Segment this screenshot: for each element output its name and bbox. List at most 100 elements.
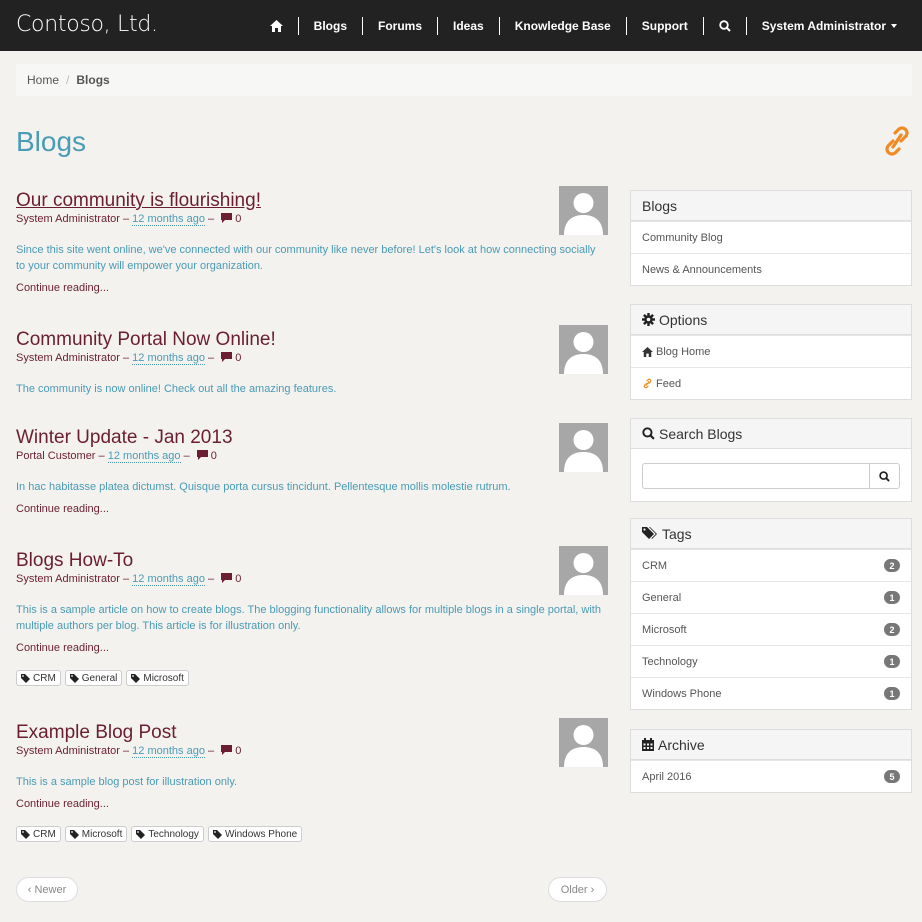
post-time[interactable]: 12 months ago [132,213,205,226]
breadcrumb-home[interactable]: Home [27,73,59,87]
nav-knowledge-base[interactable]: Knowledge Base [498,16,626,35]
nav-blogs[interactable]: Blogs [297,16,362,35]
tag-label: Microsoft [81,828,123,840]
sidebar-archive-april-2016[interactable]: April 2016 5 [631,760,911,792]
sidebar-tag-microsoft[interactable]: Microsoft 2 [631,613,911,645]
count-badge: 2 [884,623,900,636]
tag-label: General [81,672,118,684]
panel-heading-label: Search Blogs [659,425,743,442]
avatar [559,186,608,235]
tag-icon [131,673,141,683]
post-author[interactable]: System Administrator [16,573,120,585]
rss-feed-link[interactable] [882,124,912,158]
count-badge: 1 [884,687,900,700]
sidebar-tag-technology[interactable]: Technology 1 [631,645,911,677]
post-title[interactable]: Blogs How-To [16,550,133,572]
avatar [559,718,608,767]
search-input[interactable] [642,463,869,489]
nav-user-menu[interactable]: System Administrator [745,16,912,35]
tag-microsoft[interactable]: Microsoft [64,826,128,842]
post-meta: System Administrator – 12 months ago – 0 [16,572,608,586]
sidebar-item-community-blog[interactable]: Community Blog [631,221,911,253]
comment-count[interactable]: 0 [235,352,241,364]
sidebar-item-blog-home[interactable]: Blog Home [631,335,911,367]
meta-separator: – [208,573,215,585]
sidebar-tag-general[interactable]: General 1 [631,581,911,613]
meta-separator: – [183,450,190,462]
sidebar-item-label: News & Announcements [642,263,762,276]
tag-icon [21,829,30,839]
tag-label: Windows Phone [224,828,298,840]
breadcrumb-separator: / [66,73,70,87]
post-time[interactable]: 12 months ago [132,352,205,365]
post-meta: System Administrator – 12 months ago – 0 [16,351,608,365]
panel-heading: Search Blogs [631,419,911,449]
post-time[interactable]: 12 months ago [132,745,205,758]
user-name: System Administrator [761,18,886,33]
panel-heading: Blogs [631,191,911,221]
nav-search[interactable] [702,16,746,35]
nav-ideas[interactable]: Ideas [437,16,499,35]
post-title[interactable]: Community Portal Now Online! [16,329,276,351]
panel-heading-label: Tags [662,525,692,542]
archive-panel: Archive April 2016 5 [630,729,912,793]
tag-label: Technology [148,828,199,840]
nav-home[interactable] [255,17,298,35]
sidebar-item-label: Windows Phone [642,687,722,700]
post-summary: This is a sample blog post for illustrat… [16,776,238,788]
continue-reading-link[interactable]: Continue reading... [16,642,608,654]
comment-count[interactable]: 0 [235,573,241,585]
sidebar-tag-crm[interactable]: CRM 2 [631,549,911,581]
sidebar-item-feed[interactable]: Feed [631,367,911,399]
post-author[interactable]: System Administrator [16,745,120,757]
blogs-panel: Blogs Community Blog News & Announcement… [630,190,912,286]
tag-crm[interactable]: CRM [16,826,61,842]
count-badge: 5 [884,770,900,783]
tag-windows-phone[interactable]: Windows Phone [207,826,303,842]
caret-down-icon [891,23,897,28]
continue-reading-link[interactable]: Continue reading... [16,282,608,294]
post-tags: CRM Microsoft Technology Windows Phone [16,826,608,842]
comment-count[interactable]: 0 [211,450,217,462]
post-meta: System Administrator – 12 months ago – 0 [16,212,608,226]
sidebar-item-label: General [642,591,682,604]
post-time[interactable]: 12 months ago [107,450,181,463]
post-time[interactable]: 12 months ago [132,573,205,586]
meta-separator: – [98,450,105,462]
post-title[interactable]: Example Blog Post [16,722,177,744]
tag-crm[interactable]: CRM [16,670,61,686]
nav-support[interactable]: Support [625,16,703,35]
panel-heading: Options [631,305,911,335]
tag-technology[interactable]: Technology [131,826,204,842]
sidebar-item-news[interactable]: News & Announcements [631,253,911,285]
search-button[interactable] [869,463,900,489]
sidebar-tag-windows-phone[interactable]: Windows Phone 1 [631,677,911,709]
post-author[interactable]: System Administrator [16,213,120,225]
newer-button[interactable]: ‹ Newer [16,877,78,902]
count-badge: 1 [884,591,900,604]
older-button[interactable]: Older › [548,877,607,902]
post-title[interactable]: Winter Update - Jan 2013 [16,427,233,449]
nav-forums[interactable]: Forums [362,16,437,35]
continue-reading-link[interactable]: Continue reading... [16,798,608,810]
comment-count[interactable]: 0 [235,745,241,757]
comment-icon [221,573,233,583]
comment-count[interactable]: 0 [235,213,241,225]
post-author[interactable]: System Administrator [16,352,120,364]
continue-reading-link[interactable]: Continue reading... [16,503,608,515]
post-title[interactable]: Our community is flourishing! [16,190,261,212]
sidebar-item-label: April 2016 [642,770,692,783]
options-panel: Options Blog Home Feed [630,304,912,400]
post-author[interactable]: Portal Customer [16,450,95,462]
sidebar-item-label: Community Blog [642,231,723,244]
brand-logo[interactable]: Contoso, Ltd. [16,12,158,37]
tag-general[interactable]: General [64,670,123,686]
user-avatar-icon [564,332,603,374]
navbar: Contoso, Ltd. Blogs Forums Ideas Knowled… [0,0,922,51]
user-avatar-icon [564,553,603,595]
home-icon [642,346,653,357]
comment-icon [221,213,233,223]
blog-post: Winter Update - Jan 2013 Portal Customer… [16,423,608,515]
tag-microsoft[interactable]: Microsoft [126,670,189,686]
sidebar-item-label: Microsoft [642,623,687,636]
